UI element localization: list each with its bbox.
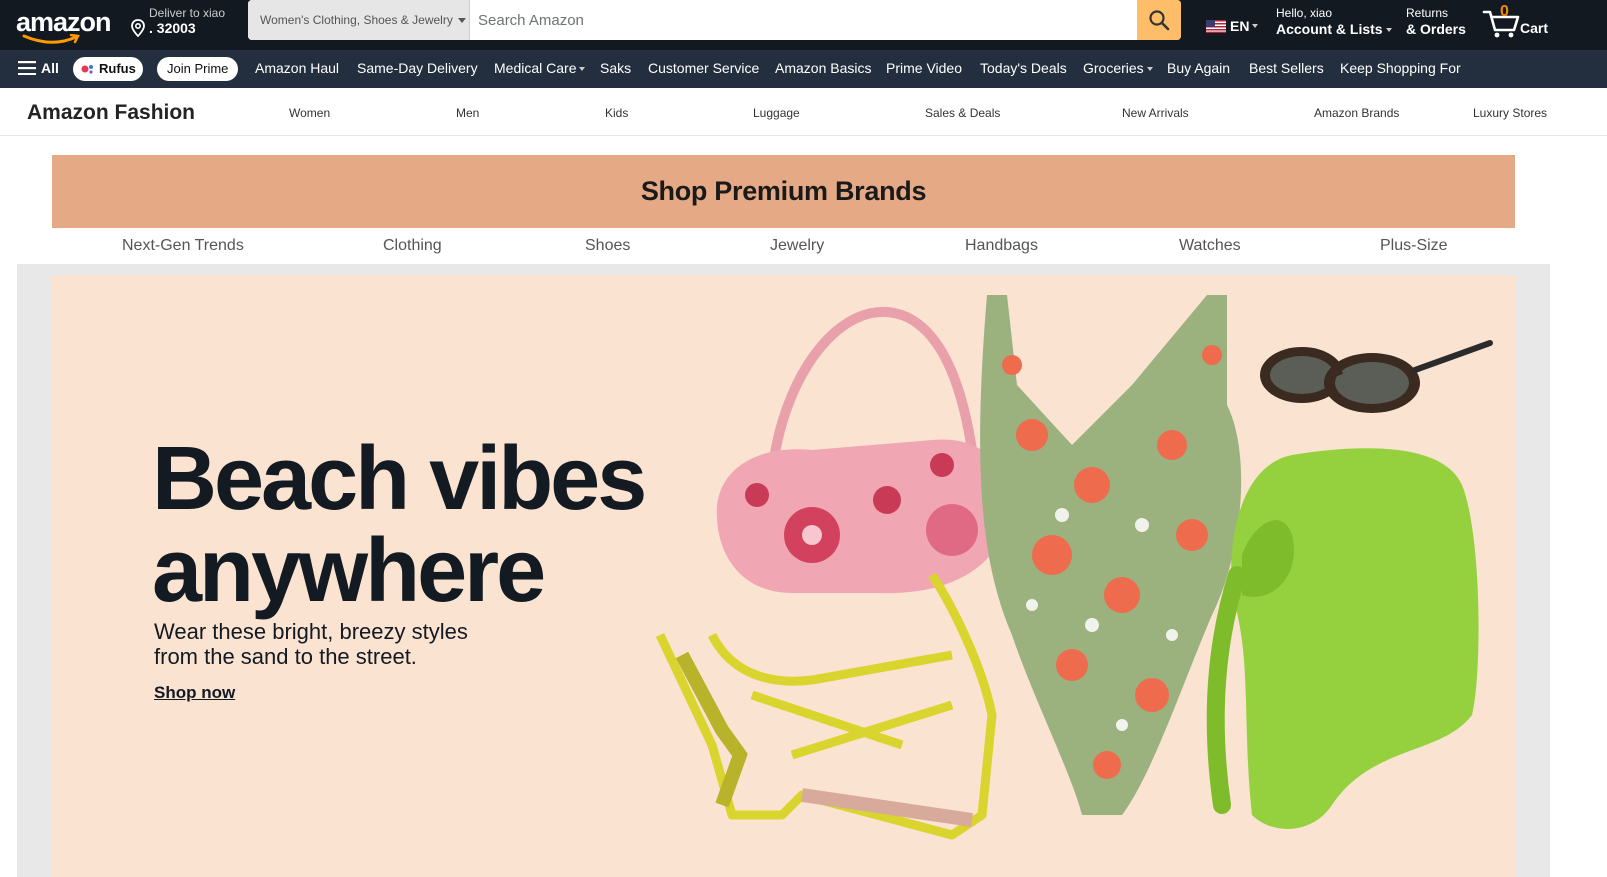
us-flag-icon bbox=[1206, 19, 1226, 33]
chevron-down-icon bbox=[1146, 67, 1153, 72]
search-icon bbox=[1149, 10, 1170, 31]
search-button[interactable] bbox=[1137, 0, 1181, 40]
location-pin-icon bbox=[131, 19, 145, 37]
orders-label: & Orders bbox=[1406, 21, 1466, 37]
language-selector[interactable]: EN bbox=[1206, 16, 1259, 36]
category-jewelry[interactable]: Jewelry bbox=[770, 237, 824, 255]
secondary-navigation: All Rufus Join Prime Amazon Haul Same-Da… bbox=[0, 50, 1607, 88]
nav-prime-video[interactable]: Prime Video bbox=[886, 60, 962, 76]
hero-headline: Beach vibes anywhere bbox=[152, 433, 647, 617]
nav-saks[interactable]: Saks bbox=[600, 60, 631, 76]
fashion-subnav: Amazon Fashion Women Men Kids Luggage Sa… bbox=[0, 88, 1607, 136]
language-code: EN bbox=[1230, 18, 1250, 34]
deliver-to[interactable]: Deliver to xiao . 32003 bbox=[130, 6, 240, 44]
fashion-link-luxury-stores[interactable]: Luxury Stores bbox=[1473, 106, 1547, 120]
chevron-down-icon bbox=[457, 18, 466, 24]
hero-headline-line2: anywhere bbox=[152, 521, 546, 621]
join-prime-label: Join Prime bbox=[167, 61, 229, 76]
all-menu-button[interactable]: All bbox=[18, 60, 59, 76]
nav-medical-care[interactable]: Medical Care bbox=[494, 60, 586, 76]
category-clothing[interactable]: Clothing bbox=[383, 237, 442, 255]
amazon-fashion-title[interactable]: Amazon Fashion bbox=[27, 101, 195, 125]
hero-headline-line1: Beach vibes bbox=[152, 429, 647, 529]
hero-product-collage bbox=[655, 295, 1493, 840]
shop-now-link[interactable]: Shop now bbox=[154, 683, 235, 703]
category-plus-size[interactable]: Plus-Size bbox=[1380, 237, 1448, 255]
hero-banner[interactable]: Beach vibes anywhere Wear these bright, … bbox=[52, 275, 1515, 877]
fashion-link-kids[interactable]: Kids bbox=[605, 106, 628, 120]
chevron-down-icon bbox=[1385, 28, 1392, 33]
cart-count: 0 bbox=[1500, 3, 1509, 20]
green-sarong-image bbox=[1206, 448, 1479, 829]
hero-subtitle-line2: from the sand to the street. bbox=[154, 644, 417, 669]
top-navigation: amazon Deliver to xiao . 32003 Women's C… bbox=[0, 0, 1607, 50]
nav-amazon-haul[interactable]: Amazon Haul bbox=[255, 60, 339, 76]
search-category-dropdown[interactable]: Women's Clothing, Shoes & Jewelry bbox=[248, 0, 470, 40]
floral-swimsuit-image bbox=[980, 295, 1242, 815]
fashion-link-new-arrivals[interactable]: New Arrivals bbox=[1122, 106, 1189, 120]
returns-label: Returns bbox=[1406, 6, 1449, 20]
amazon-logo[interactable]: amazon bbox=[14, 6, 114, 44]
account-greeting: Hello, xiao bbox=[1276, 6, 1333, 20]
pink-handbag-image bbox=[716, 306, 1008, 594]
category-next-gen-trends[interactable]: Next-Gen Trends bbox=[122, 237, 244, 255]
nav-best-sellers[interactable]: Best Sellers bbox=[1249, 60, 1324, 76]
chevron-down-icon bbox=[579, 67, 586, 72]
account-label: Account & Lists bbox=[1276, 21, 1392, 37]
nav-groceries[interactable]: Groceries bbox=[1083, 60, 1153, 76]
premium-brands-banner[interactable]: Shop Premium Brands bbox=[52, 155, 1515, 228]
nav-keep-shopping-for[interactable]: Keep Shopping For bbox=[1340, 60, 1461, 76]
premium-category-row: Next-Gen Trends Clothing Shoes Jewelry H… bbox=[52, 232, 1515, 262]
deliver-zip: . 32003 bbox=[149, 20, 196, 36]
fashion-link-women[interactable]: Women bbox=[289, 106, 330, 120]
hamburger-icon bbox=[18, 61, 36, 75]
cart-label: Cart bbox=[1520, 20, 1549, 36]
premium-brands-title: Shop Premium Brands bbox=[640, 176, 927, 206]
nav-amazon-basics[interactable]: Amazon Basics bbox=[775, 60, 871, 76]
fashion-link-men[interactable]: Men bbox=[456, 106, 479, 120]
zip-code: 32003 bbox=[156, 20, 196, 36]
rufus-button[interactable]: Rufus bbox=[73, 57, 143, 81]
nav-same-day-delivery[interactable]: Same-Day Delivery bbox=[357, 60, 478, 76]
hero-subtitle: Wear these bright, breezy styles from th… bbox=[154, 619, 514, 669]
all-label: All bbox=[41, 60, 59, 76]
fashion-link-luggage[interactable]: Luggage bbox=[753, 106, 800, 120]
fashion-link-amazon-brands[interactable]: Amazon Brands bbox=[1314, 106, 1399, 120]
search-category-label: Women's Clothing, Shoes & Jewelry bbox=[260, 13, 453, 27]
chevron-down-icon bbox=[1252, 24, 1259, 28]
nav-customer-service[interactable]: Customer Service bbox=[648, 60, 759, 76]
yellow-sandal-image bbox=[655, 572, 997, 840]
tortoise-sunglasses-image bbox=[1260, 340, 1493, 413]
logo-smile-icon bbox=[22, 34, 80, 44]
search-input[interactable] bbox=[470, 0, 1137, 40]
nav-todays-deals[interactable]: Today's Deals bbox=[980, 60, 1067, 76]
cart-button[interactable]: 0 Cart bbox=[1482, 3, 1554, 44]
join-prime-button[interactable]: Join Prime bbox=[157, 57, 238, 81]
rufus-icon bbox=[81, 65, 93, 74]
category-shoes[interactable]: Shoes bbox=[585, 237, 630, 255]
fashion-link-sales-deals[interactable]: Sales & Deals bbox=[925, 106, 1000, 120]
rufus-label: Rufus bbox=[99, 61, 136, 76]
returns-orders[interactable]: Returns & Orders bbox=[1406, 6, 1466, 37]
deliver-label: Deliver to xiao bbox=[149, 6, 226, 20]
search-bar: Women's Clothing, Shoes & Jewelry bbox=[248, 0, 1181, 40]
hero-subtitle-line1: Wear these bright, breezy styles bbox=[154, 619, 468, 644]
nav-buy-again[interactable]: Buy Again bbox=[1167, 60, 1230, 76]
category-handbags[interactable]: Handbags bbox=[965, 237, 1038, 255]
category-watches[interactable]: Watches bbox=[1179, 237, 1241, 255]
account-menu[interactable]: Hello, xiao Account & Lists bbox=[1276, 6, 1392, 37]
